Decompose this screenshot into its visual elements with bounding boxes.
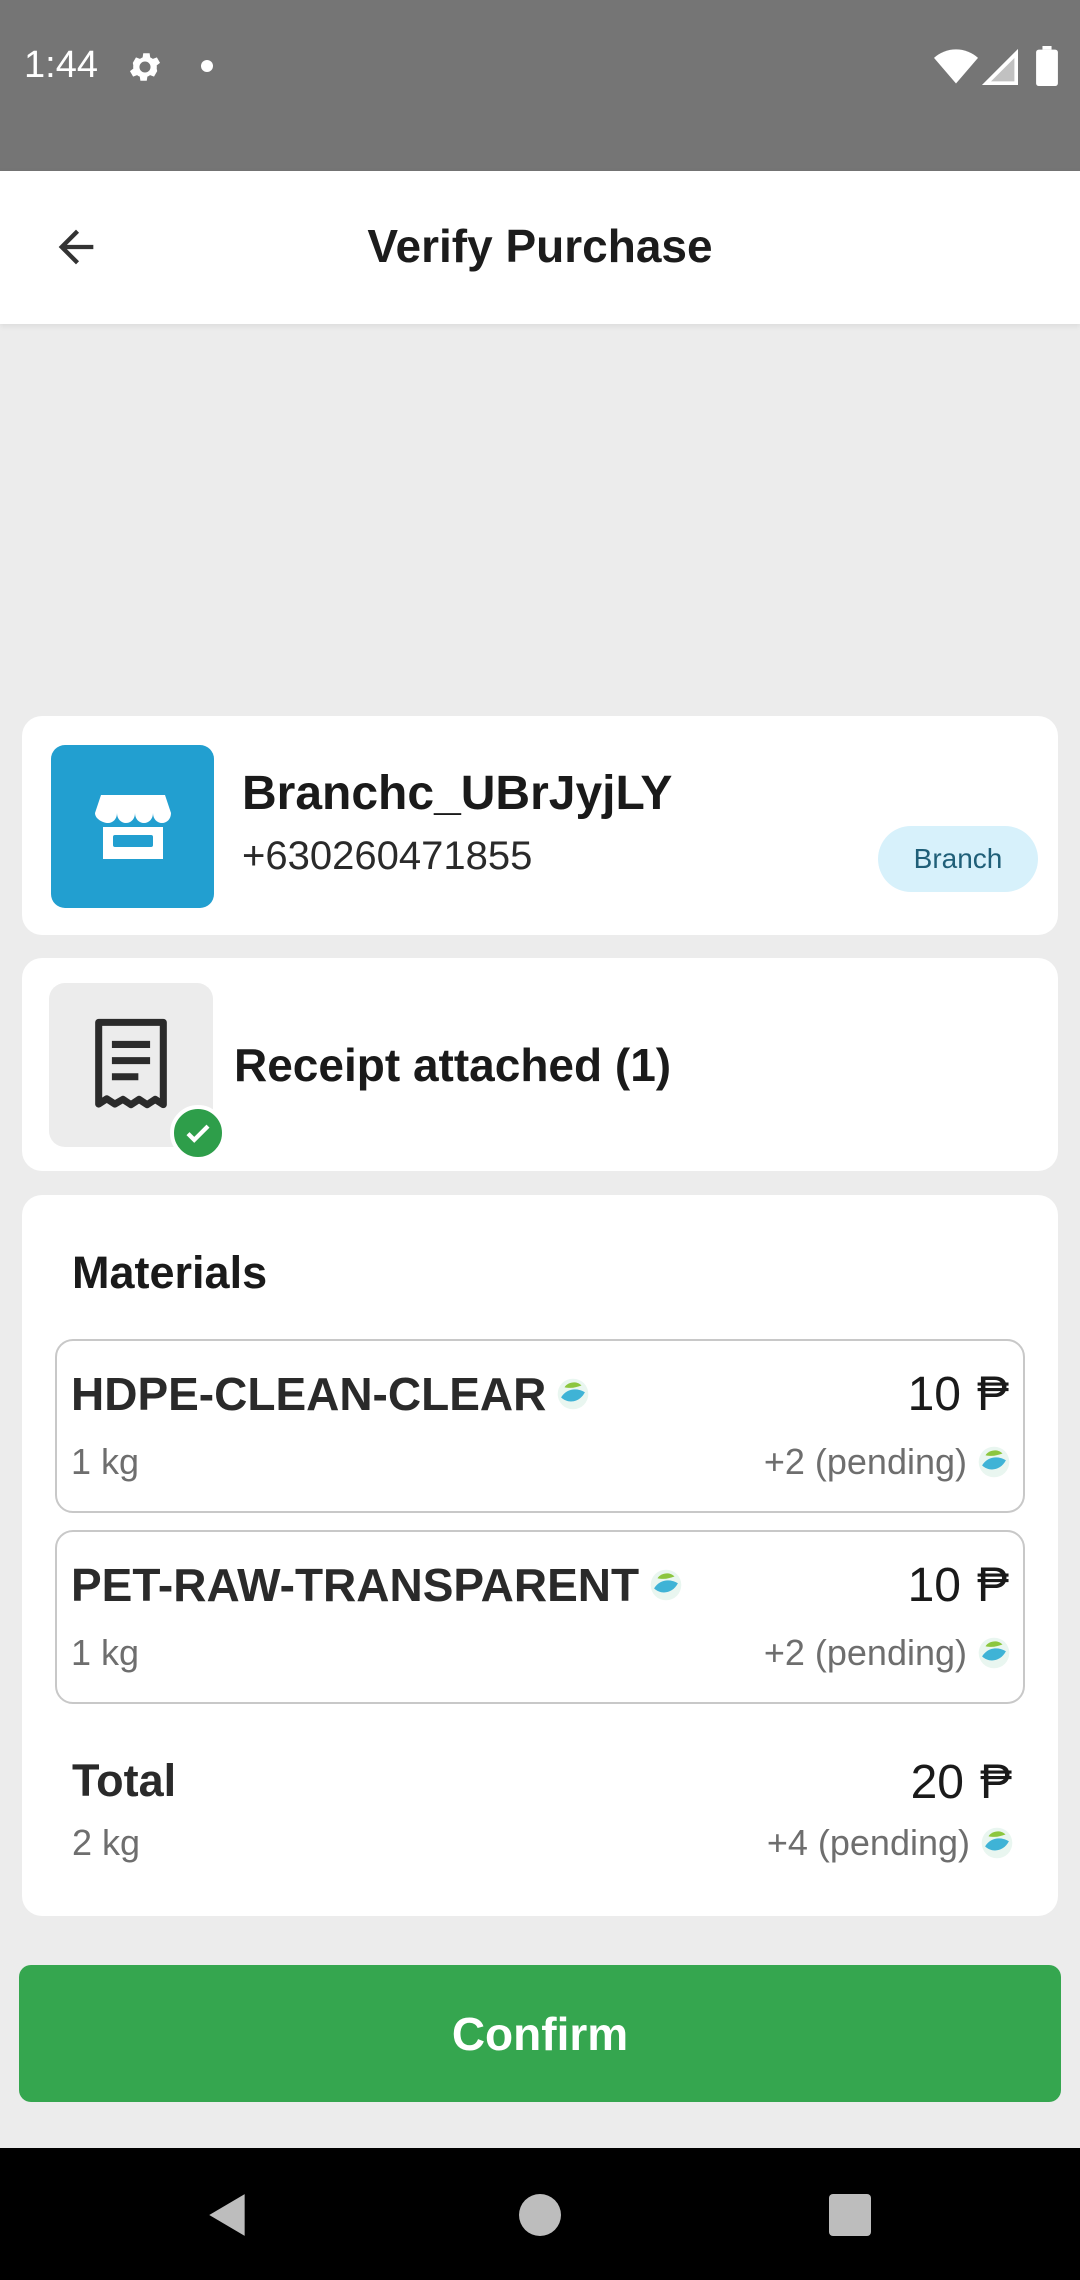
branch-phone: +630260471855 bbox=[242, 834, 533, 878]
material-pending-wrap: +2 (pending) bbox=[764, 1441, 1011, 1483]
material-name-wrap: HDPE-CLEAN-CLEAR bbox=[71, 1367, 590, 1421]
total-label: Total bbox=[72, 1755, 177, 1806]
confirm-button[interactable]: Confirm bbox=[19, 1965, 1061, 2102]
cell-signal-icon bbox=[982, 49, 1018, 85]
total-price: 20 bbox=[910, 1756, 964, 1809]
eco-coin-icon bbox=[650, 1569, 682, 1601]
material-quantity: 1 kg bbox=[71, 1441, 140, 1482]
total-price-wrap: 20 ₱ bbox=[911, 1755, 1012, 1810]
status-time: 1:44 bbox=[24, 44, 98, 86]
nav-home-icon[interactable] bbox=[519, 2194, 561, 2236]
nav-back-icon[interactable] bbox=[203, 2190, 253, 2240]
material-price: 10 bbox=[907, 1368, 961, 1421]
material-pending-wrap: +2 (pending) bbox=[764, 1632, 1011, 1674]
app-bar: Verify Purchase bbox=[0, 171, 1080, 324]
materials-title: Materials bbox=[72, 1247, 268, 1298]
eco-coin-icon bbox=[978, 1637, 1010, 1669]
branch-avatar bbox=[51, 745, 214, 908]
total-pending-wrap: +4 (pending) bbox=[767, 1822, 1014, 1864]
total-pending: +4 (pending) bbox=[766, 1822, 970, 1863]
eco-coin-icon bbox=[978, 1446, 1010, 1478]
material-row[interactable]: PET-RAW-TRANSPARENT 1 kg 10 ₱ +2 (pendin… bbox=[55, 1530, 1025, 1704]
branch-name: Branchc_UBrJyjLY bbox=[242, 767, 673, 820]
wifi-icon bbox=[934, 49, 978, 84]
material-name: HDPE-CLEAN-CLEAR bbox=[71, 1368, 547, 1420]
eco-coin-icon bbox=[558, 1378, 589, 1410]
eco-coin-icon bbox=[981, 1827, 1013, 1859]
materials-card: Materials HDPE-CLEAN-CLEAR 1 kg 10 ₱ +2 … bbox=[22, 1195, 1058, 1916]
material-price-wrap: 10 ₱ bbox=[908, 1367, 1009, 1422]
material-price-wrap: 10 ₱ bbox=[908, 1558, 1009, 1613]
material-quantity: 1 kg bbox=[71, 1632, 140, 1673]
material-name-wrap: PET-RAW-TRANSPARENT bbox=[71, 1558, 683, 1612]
branch-type-badge: Branch bbox=[878, 826, 1038, 892]
currency-symbol: ₱ bbox=[979, 1756, 1012, 1809]
receipt-label: Receipt attached (1) bbox=[234, 1039, 672, 1091]
material-pending: +2 (pending) bbox=[763, 1632, 967, 1673]
material-row[interactable]: HDPE-CLEAN-CLEAR 1 kg 10 ₱ +2 (pending) bbox=[55, 1339, 1025, 1513]
notification-dot-icon bbox=[201, 60, 213, 72]
total-quantity: 2 kg bbox=[72, 1822, 141, 1863]
status-bar: 1:44 bbox=[0, 0, 1080, 171]
page-title: Verify Purchase bbox=[367, 220, 713, 272]
storefront-icon bbox=[94, 794, 171, 859]
branch-card: Branchc_UBrJyjLY +630260471855 Branch bbox=[22, 716, 1058, 935]
currency-symbol: ₱ bbox=[976, 1559, 1009, 1612]
currency-symbol: ₱ bbox=[976, 1368, 1009, 1421]
check-circle-icon bbox=[170, 1105, 226, 1161]
material-name: PET-RAW-TRANSPARENT bbox=[71, 1559, 640, 1611]
receipt-icon bbox=[95, 1018, 167, 1109]
system-nav-bar bbox=[0, 2148, 1080, 2280]
nav-recents-icon[interactable] bbox=[829, 2194, 871, 2236]
material-price: 10 bbox=[907, 1559, 961, 1612]
receipt-card[interactable]: Receipt attached (1) bbox=[22, 958, 1058, 1171]
material-pending: +2 (pending) bbox=[763, 1441, 967, 1482]
settings-gear-icon bbox=[129, 53, 161, 81]
battery-icon bbox=[1036, 46, 1058, 86]
